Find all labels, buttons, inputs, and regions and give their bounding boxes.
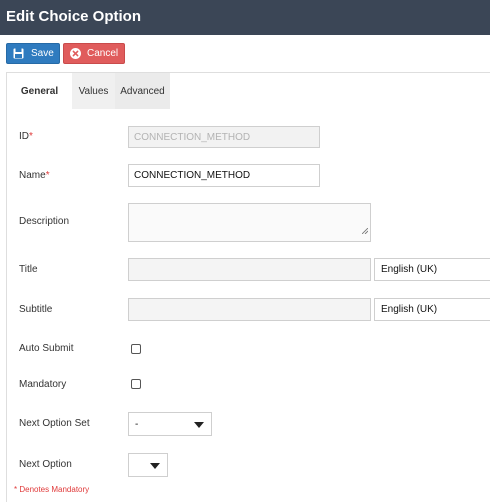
resize-grip-icon[interactable] (361, 221, 369, 239)
id-field-value: CONNECTION_METHOD (134, 131, 251, 143)
tab-advanced[interactable]: Advanced (115, 73, 170, 109)
tab-advanced-label: Advanced (120, 85, 165, 97)
name-label: Name* (19, 170, 50, 181)
subtitle-label: Subtitle (19, 304, 53, 315)
title-language-select[interactable]: English (UK) (374, 258, 490, 281)
id-label: ID* (19, 131, 33, 142)
description-label: Description (19, 216, 70, 227)
auto-submit-checkbox[interactable] (131, 344, 141, 354)
tab-general-label: General (20, 85, 59, 97)
id-field: CONNECTION_METHOD (128, 126, 320, 148)
mandatory-checkbox[interactable] (131, 379, 141, 389)
cancel-button[interactable]: Cancel (63, 43, 125, 64)
tab-values-label: Values (78, 85, 109, 97)
floppy-disk-icon (13, 48, 24, 59)
window-title: Edit Choice Option (0, 0, 490, 35)
next-option-label: Next Option (19, 459, 72, 470)
description-textarea[interactable] (128, 203, 371, 242)
next-option-set-label: Next Option Set (19, 418, 90, 429)
next-option-select[interactable] (128, 453, 168, 477)
title-field[interactable] (128, 258, 371, 281)
title-label: Title (19, 264, 38, 275)
subtitle-field[interactable] (128, 298, 371, 321)
mandatory-label: Mandatory (19, 379, 67, 390)
title-language-value: English (UK) (381, 264, 438, 275)
mandatory-footnote: * Denotes Mandatory (14, 485, 90, 494)
tab-general[interactable]: General (7, 73, 72, 109)
caret-down-icon (150, 463, 160, 469)
subtitle-language-value: English (UK) (381, 304, 438, 315)
next-option-set-select[interactable]: - (128, 412, 212, 436)
tab-values[interactable]: Values (72, 73, 115, 109)
cancel-button-label: Cancel (87, 48, 119, 59)
name-field[interactable]: CONNECTION_METHOD (128, 164, 320, 187)
subtitle-language-select[interactable]: English (UK) (374, 298, 490, 321)
auto-submit-label: Auto Submit (19, 343, 74, 354)
save-button-label: Save (31, 48, 54, 59)
save-button[interactable]: Save (6, 43, 60, 64)
name-field-value: CONNECTION_METHOD (134, 170, 251, 181)
next-option-set-value: - (135, 418, 139, 430)
caret-down-icon (194, 422, 204, 428)
cancel-circle-icon (70, 48, 81, 59)
